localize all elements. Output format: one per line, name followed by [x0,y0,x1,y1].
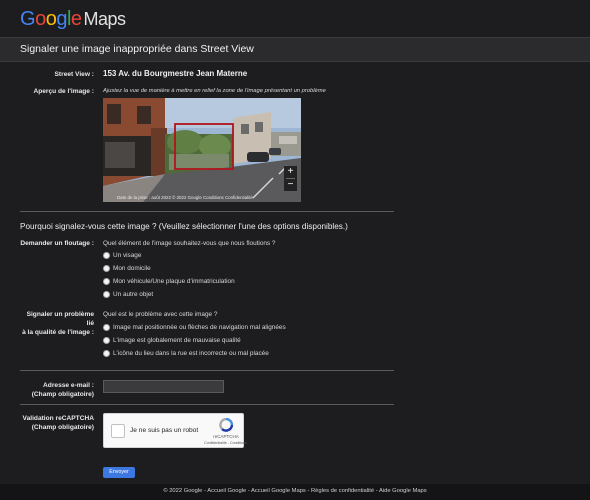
option-label: Un visage [113,252,142,259]
recaptcha-checkbox[interactable] [111,424,125,438]
option-label: Mon véhicule/Une plaque d'immatriculatio… [113,278,235,285]
preview-label: Aperçu de l'image : [33,88,94,95]
blur-question: Quel élément de l'image souhaitez-vous q… [103,240,276,247]
option-label: Un autre objet [113,291,154,298]
divider [20,370,394,371]
reason-question: Pourquoi signalez-vous cette image ? (Ve… [20,222,348,231]
quality-question: Quel est le problème avec cette image ? [103,311,218,318]
logo-letter: o [45,8,57,30]
logo-letter: g [56,8,67,30]
blur-option-face[interactable]: Un visage [103,251,141,260]
email-field[interactable] [103,380,224,393]
blur-option-other[interactable]: Un autre objet [103,290,153,299]
zoom-out-button[interactable]: − [284,179,297,191]
option-label: Image mal positionnée ou flèches de navi… [113,324,286,331]
recaptcha-checkbox-label: Je ne suis pas un robot [130,427,199,434]
email-label-line2: (Champ obligatoire) [31,391,94,398]
email-label: Adresse e-mail : (Champ obligatoire) [20,381,94,399]
radio-button[interactable] [103,265,110,272]
recaptcha-widget: Je ne suis pas un robot reCAPTCHA Confid… [103,413,247,448]
quality-option-poor[interactable]: L'image est globalement de mauvaise qual… [103,336,241,345]
street-view-scene [103,98,301,202]
submit-button[interactable]: Envoyer [103,467,135,478]
street-view-address: 153 Av. du Bourgmestre Jean Materne [103,69,248,78]
logo-product: Maps [83,9,127,29]
page-title: Signaler une image inappropriée dans Str… [20,43,254,55]
option-label: Mon domicile [113,265,151,272]
radio-button[interactable] [103,337,110,344]
radio-button[interactable] [103,291,110,298]
radio-button[interactable] [103,350,110,357]
preview-instruction: Ajustez la vue de manière à mettre en re… [103,88,326,94]
blur-label: Demander un floutage : [20,240,94,247]
footer: © 2022 Google - Accueil Google - Accueil… [0,484,590,500]
radio-button[interactable] [103,278,110,285]
quality-label-line1: Signaler un problème lié [26,311,94,327]
quality-label: Signaler un problème lié à la qualité de… [20,310,94,337]
recaptcha-label-line2: (Champ obligatoire) [31,424,94,431]
recaptcha-links[interactable]: Confidentialité - Conditions [204,441,247,445]
quality-option-icon[interactable]: L'icône du lieu dans la rue est incorrec… [103,349,269,358]
blur-option-vehicle[interactable]: Mon véhicule/Une plaque d'immatriculatio… [103,277,235,286]
radio-button[interactable] [103,252,110,259]
quality-label-line2: à la qualité de l'image : [22,329,94,336]
recaptcha-logo-icon [219,418,234,432]
logo-letter: o [35,8,46,30]
blur-option-home[interactable]: Mon domicile [103,264,151,273]
zoom-control: + − [284,166,297,191]
recaptcha-label: Validation reCAPTCHA (Champ obligatoire) [20,414,94,432]
street-view-label: Street View : [54,71,94,78]
radio-button[interactable] [103,324,110,331]
google-maps-logo[interactable]: Google Maps [20,8,126,32]
footer-links[interactable]: © 2022 Google - Accueil Google - Accueil… [0,488,590,494]
logo-letter: G [20,8,36,30]
option-label: L'icône du lieu dans la rue est incorrec… [113,350,269,357]
zoom-in-button[interactable]: + [284,166,297,178]
quality-option-position[interactable]: Image mal positionnée ou flèches de navi… [103,323,286,332]
title-bar: Signaler une image inappropriée dans Str… [0,37,590,62]
divider [20,211,394,212]
recaptcha-brand: reCAPTCHA [213,434,239,439]
option-label: L'image est globalement de mauvaise qual… [113,337,241,344]
street-view-image[interactable]: + − Date de la prise : août 2022 © 2022 … [103,98,301,202]
recaptcha-label-line1: Validation reCAPTCHA [22,415,94,422]
logo-letter: e [70,8,82,30]
image-attribution: Date de la prise : août 2022 © 2022 Goog… [117,195,253,200]
divider [20,404,394,405]
email-label-line1: Adresse e-mail : [43,382,94,389]
